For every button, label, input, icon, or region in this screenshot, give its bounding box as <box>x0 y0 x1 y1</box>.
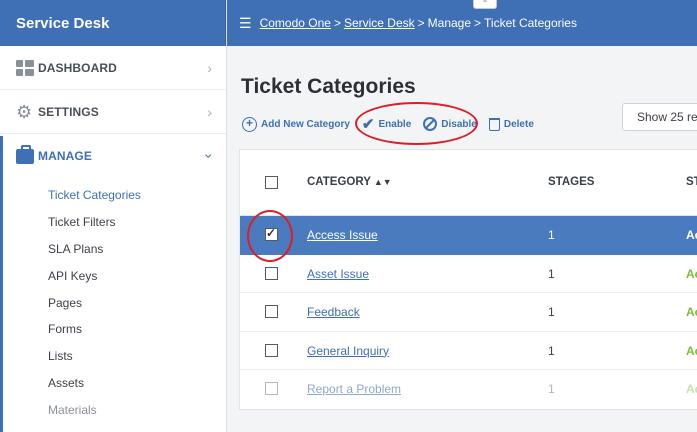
submenu-api-keys[interactable]: API Keys <box>0 262 226 289</box>
breadcrumb-separator: > <box>474 16 482 30</box>
trash-icon <box>488 117 500 131</box>
breadcrumb-separator: > <box>417 16 425 30</box>
column-header-category[interactable]: CATEGORY ▲▼ <box>307 176 392 188</box>
nav-settings[interactable]: ⚙ SETTINGS › <box>0 90 226 134</box>
stages-cell: 1 <box>548 266 555 281</box>
status-cell: Active <box>686 228 697 242</box>
status-cell: Active <box>686 382 697 396</box>
active-section-accent <box>0 136 3 432</box>
status-cell: Active <box>686 343 697 358</box>
select-all-checkbox[interactable] <box>265 176 278 189</box>
category-link[interactable]: Asset Issue <box>307 267 369 281</box>
chevron-down-icon: › <box>201 153 218 159</box>
collapse-header-button[interactable]: ⌃ <box>473 0 497 9</box>
main-content: Ticket Categories + Add New Category ✔ E… <box>228 46 697 432</box>
nav-manage-label: MANAGE <box>38 149 92 163</box>
category-link[interactable]: Report a Problem <box>307 382 401 396</box>
add-circle-icon: + <box>242 116 257 132</box>
row-checkbox[interactable] <box>265 382 278 395</box>
delete-label: Delete <box>503 118 534 130</box>
stages-cell: 1 <box>548 228 555 242</box>
nav-dashboard[interactable]: DASHBOARD › <box>0 46 226 90</box>
breadcrumb-separator: > <box>333 16 341 30</box>
stages-cell: 1 <box>548 305 555 319</box>
submenu-charging[interactable]: Charging <box>0 423 226 432</box>
submenu-ticket-filters[interactable]: Ticket Filters <box>0 209 226 236</box>
category-link[interactable]: Access Issue <box>307 228 378 242</box>
table-row[interactable]: Report a Problem 1 Active <box>240 370 697 409</box>
status-cell: Active <box>686 266 697 281</box>
nav-settings-label: SETTINGS <box>38 104 99 119</box>
submenu-materials[interactable]: Materials <box>0 396 226 423</box>
briefcase-icon <box>16 144 34 164</box>
status-cell: Active <box>686 305 697 319</box>
categories-table: CATEGORY ▲▼ STAGES STATUS Access Issue 1… <box>239 149 697 410</box>
table-row[interactable]: Access Issue 1 Active <box>240 216 697 255</box>
row-checkbox[interactable] <box>265 343 278 357</box>
table-row[interactable]: Asset Issue 1 Active <box>240 255 697 293</box>
breadcrumb-ticket-categories: Ticket Categories <box>484 16 577 30</box>
category-link[interactable]: Feedback <box>307 305 360 319</box>
gear-icon: ⚙ <box>16 101 33 122</box>
dashboard-icon <box>16 59 34 76</box>
submenu-ticket-categories[interactable]: Ticket Categories <box>0 182 226 209</box>
breadcrumb-service-desk[interactable]: Service Desk <box>344 16 415 30</box>
nav-manage[interactable]: MANAGE › <box>0 134 226 178</box>
stages-cell: 1 <box>548 343 555 358</box>
category-header-label: CATEGORY <box>307 176 371 188</box>
top-bar: ☰ Comodo One > Service Desk > Manage > T… <box>227 0 697 46</box>
annotation-oval-enable-disable <box>355 102 478 145</box>
stages-cell: 1 <box>548 382 555 396</box>
annotation-circle-checkbox <box>247 210 293 262</box>
nav-dashboard-label: DASHBOARD <box>38 60 117 75</box>
row-checkbox[interactable] <box>265 305 278 318</box>
sidebar: Service Desk DASHBOARD › ⚙ SETTINGS › MA… <box>0 0 227 432</box>
page-title: Ticket Categories <box>241 75 416 98</box>
submenu-forms[interactable]: Forms <box>0 316 226 343</box>
submenu-assets[interactable]: Assets <box>0 370 226 397</box>
category-link[interactable]: General Inquiry <box>307 344 389 358</box>
sort-icon: ▲▼ <box>373 177 392 187</box>
table-row[interactable]: General Inquiry 1 Active <box>240 332 697 370</box>
submenu-sla-plans[interactable]: SLA Plans <box>0 236 226 263</box>
submenu-pages[interactable]: Pages <box>0 289 226 316</box>
delete-button[interactable]: Delete <box>488 117 534 131</box>
breadcrumb-manage: Manage <box>427 16 472 30</box>
row-checkbox[interactable] <box>265 266 278 280</box>
brand-title: Service Desk <box>0 0 226 46</box>
add-category-button[interactable]: + Add New Category <box>242 116 350 132</box>
manage-submenu: Ticket Categories Ticket Filters SLA Pla… <box>0 178 226 432</box>
table-row[interactable]: Feedback 1 Active <box>240 293 697 332</box>
chevron-up-icon: ⌃ <box>481 0 489 8</box>
submenu-lists[interactable]: Lists <box>0 343 226 370</box>
column-header-status[interactable]: STATUS <box>686 176 697 188</box>
hamburger-menu-icon[interactable]: ☰ <box>239 15 252 32</box>
chevron-right-icon: › <box>207 104 212 120</box>
page-size-select[interactable]: Show 25 records <box>622 103 697 131</box>
add-category-label: Add New Category <box>261 118 350 130</box>
table-header: CATEGORY ▲▼ STAGES STATUS <box>240 150 697 216</box>
column-header-stages[interactable]: STAGES <box>548 176 594 188</box>
breadcrumb-comodo-one[interactable]: Comodo One <box>260 16 331 30</box>
chevron-right-icon: › <box>207 60 212 76</box>
